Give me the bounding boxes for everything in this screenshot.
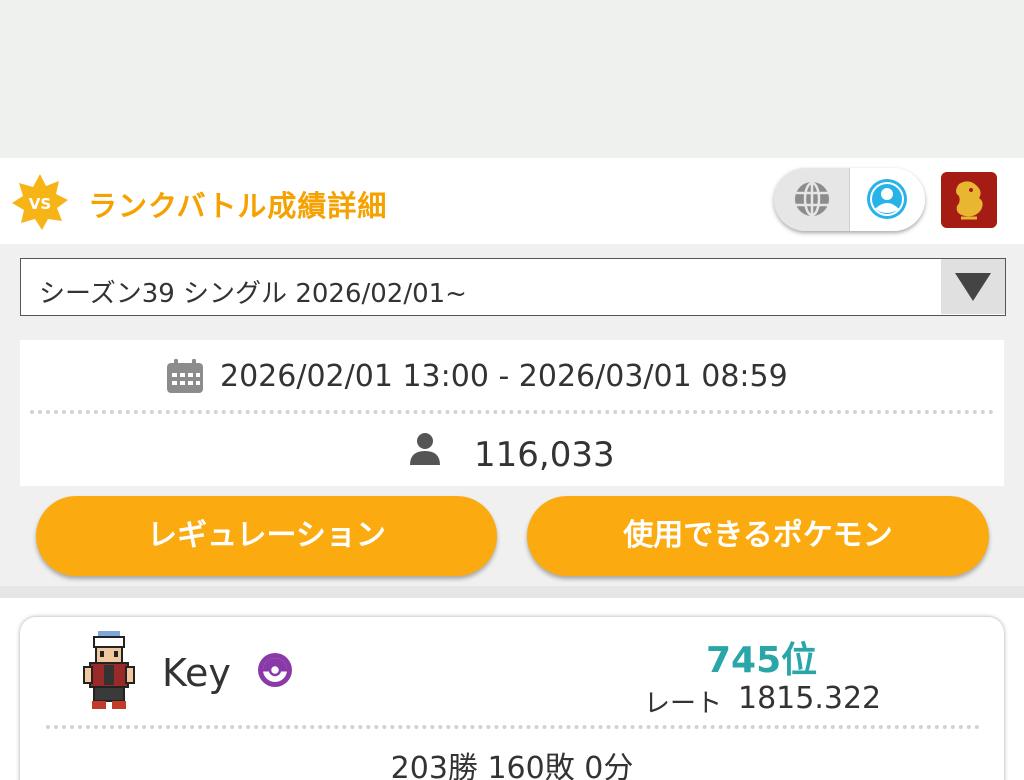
player-ranking-card[interactable]: Key 745位 レート 1815.322 203勝 160敗 0分 <box>20 617 1004 780</box>
season-select[interactable]: シーズン39 シングル 2026/02/01~ <box>20 258 1006 316</box>
rate-value: 1815.322 <box>738 681 882 716</box>
page-title: ランクバトル成績詳細 <box>88 189 388 223</box>
user-profile-icon <box>867 179 907 219</box>
player-count: 116,033 <box>474 435 615 475</box>
top-blank-area <box>0 0 1024 158</box>
season-select-value: シーズン39 シングル 2026/02/01~ <box>39 279 467 309</box>
season-date-row: 2026/02/01 13:00 - 2026/03/01 08:59 <box>20 340 1004 412</box>
dotted-divider <box>46 725 980 729</box>
vs-badge-icon: VS <box>12 174 68 230</box>
view-toggle[interactable] <box>774 168 925 231</box>
app-icon[interactable] <box>941 172 997 228</box>
triangle-down-icon <box>955 273 991 301</box>
calendar-icon <box>167 359 203 393</box>
personal-toggle-option[interactable] <box>851 168 925 231</box>
player-name: Key <box>162 651 231 695</box>
vs-badge-text: VS <box>29 195 51 213</box>
regulation-button[interactable]: レギュレーション <box>36 496 497 576</box>
globe-icon <box>795 181 829 217</box>
usable-pokemon-button[interactable]: 使用できるポケモン <box>527 496 989 576</box>
player-count-row: 116,033 <box>20 422 1004 486</box>
select-arrow-button[interactable] <box>941 259 1005 314</box>
global-toggle-option[interactable] <box>774 168 850 231</box>
person-icon <box>410 433 440 465</box>
season-date-range: 2026/02/01 13:00 - 2026/03/01 08:59 <box>220 359 788 394</box>
rate-label: レート <box>644 689 723 719</box>
master-ball-icon <box>258 653 292 687</box>
section-divider <box>0 586 1024 598</box>
win-loss-record: 203勝 160敗 0分 <box>390 751 634 780</box>
season-info-card: 2026/02/01 13:00 - 2026/03/01 08:59 116,… <box>20 340 1004 486</box>
rank-value: 745位 <box>706 640 818 681</box>
dotted-divider <box>30 410 994 414</box>
trainer-avatar <box>83 631 135 709</box>
